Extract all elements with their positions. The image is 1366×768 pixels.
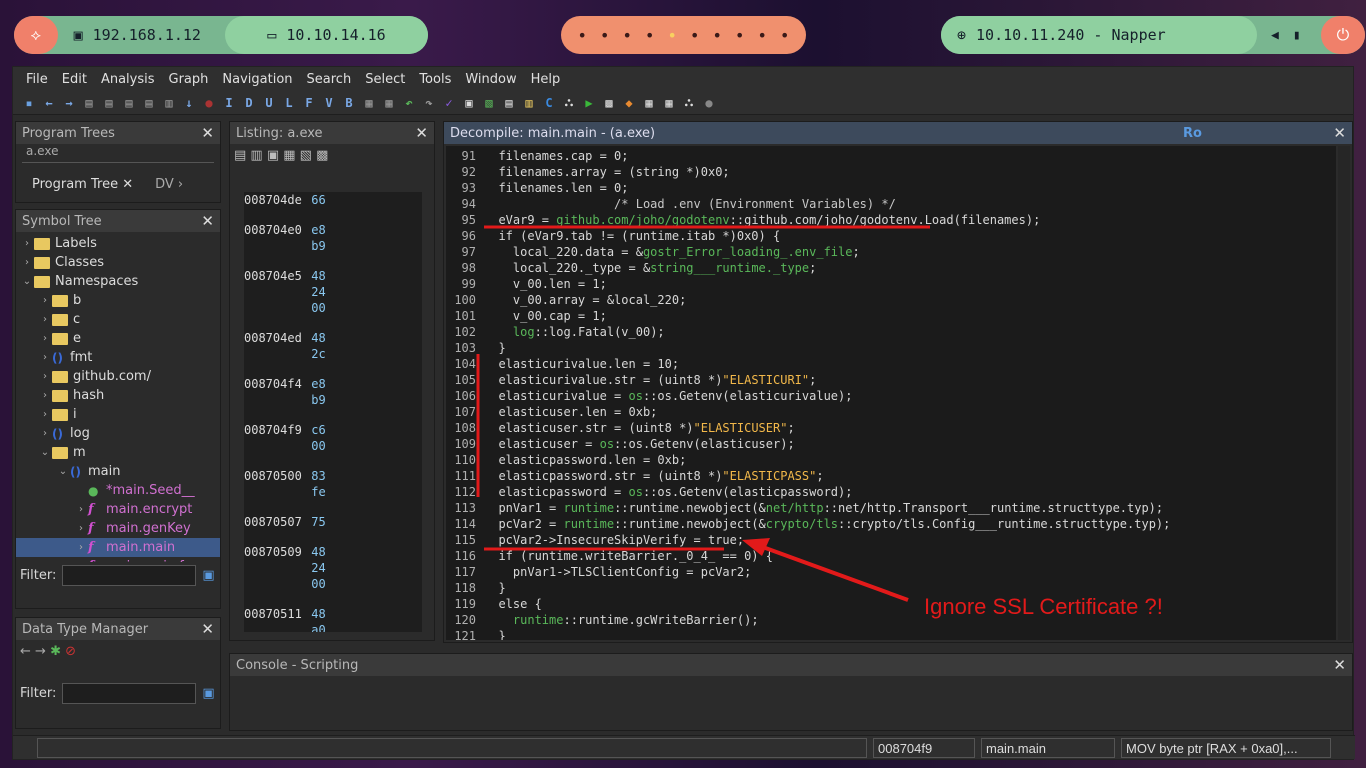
- arrow-line: [759, 544, 909, 602]
- annotation-overlay: [476, 225, 930, 602]
- annotation-text: Ignore SSL Certificate ?!: [924, 594, 1163, 619]
- arrow-head: [742, 538, 770, 556]
